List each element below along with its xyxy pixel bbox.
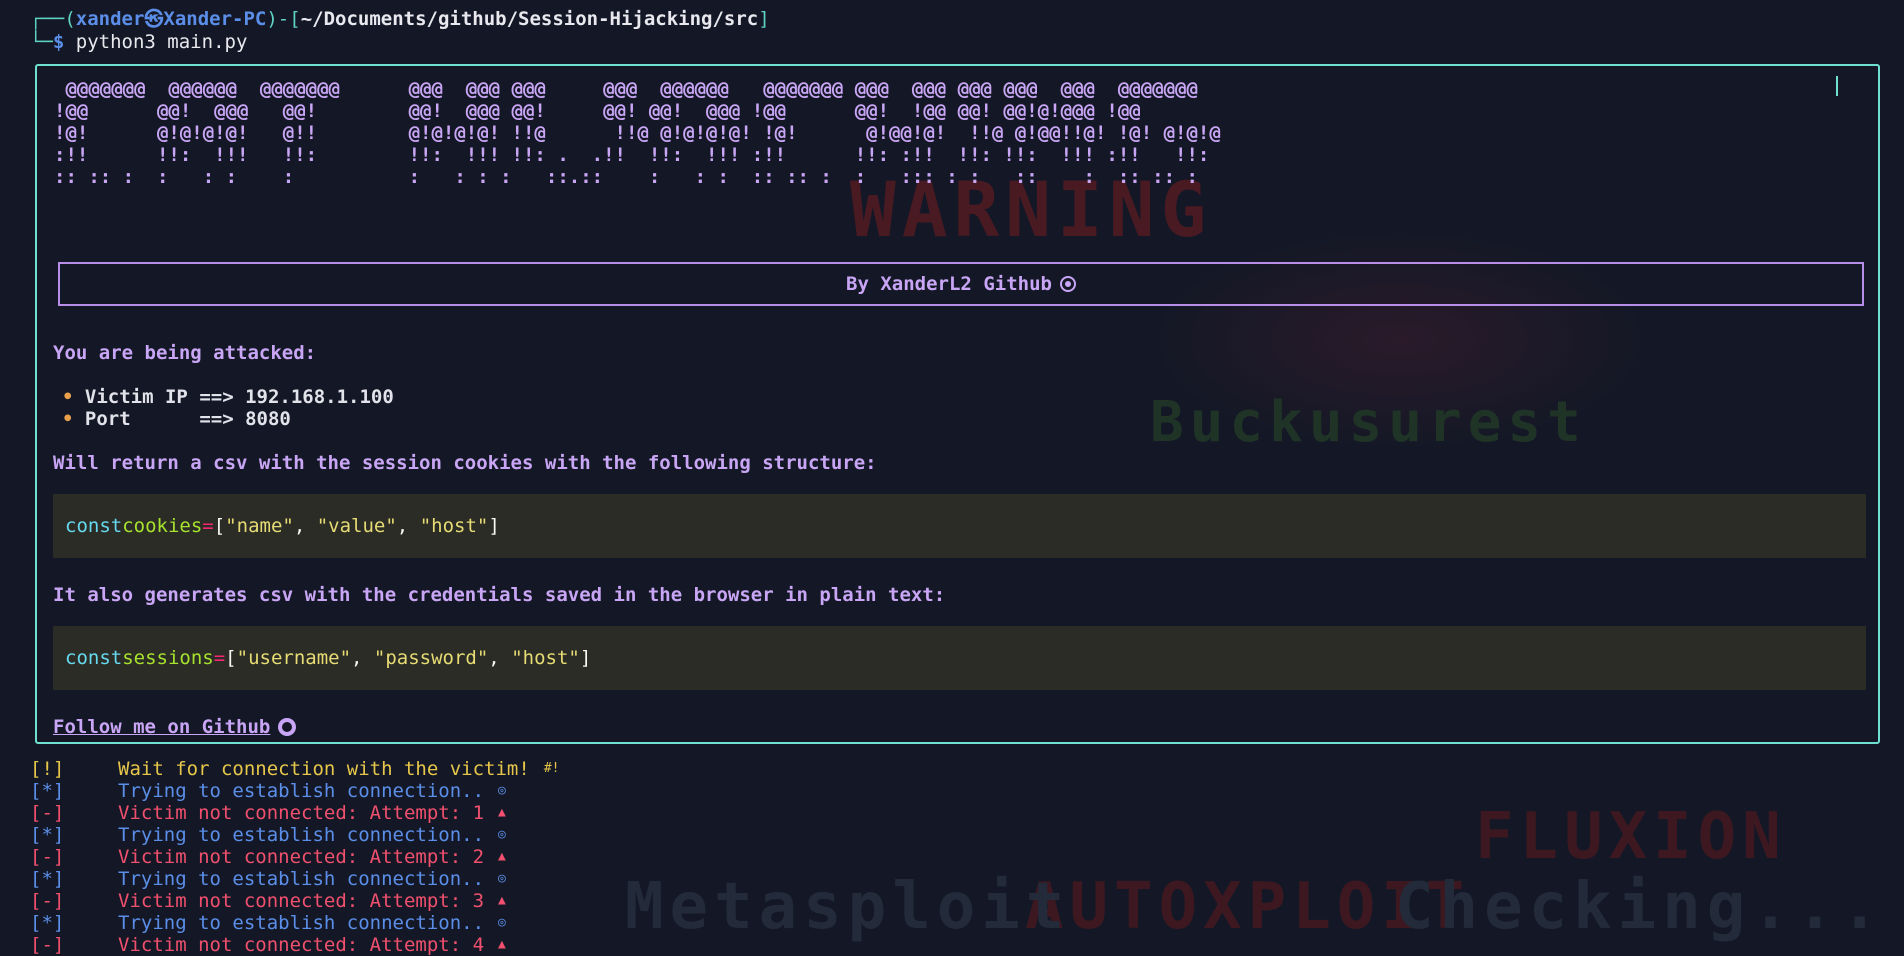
alert-icon: #! [543, 761, 560, 776]
log-message: Trying to establish connection.. [118, 868, 485, 890]
log-tag: [!] [30, 758, 65, 780]
code-string: "password" [373, 647, 489, 669]
prompt-corner-top: ┌──( [30, 8, 76, 30]
follow-github-link[interactable]: Follow me on Github [53, 716, 297, 738]
code-bracket: [ [225, 647, 237, 669]
target-icon: ◎ [498, 915, 506, 930]
prompt-path: ~/Documents/github/Session-Hijacking/src [300, 8, 759, 30]
log-tag: [*] [30, 912, 65, 934]
csv-heading: Will return a csv with the session cooki… [53, 452, 877, 474]
log-tag: [-] [30, 934, 65, 956]
bg-autoxploit-text: AUTOXPLOIT [1025, 870, 1471, 944]
bullet-arrow: ==> [199, 408, 234, 430]
log-message: Trying to establish connection.. [118, 780, 485, 802]
target-icon: ◎ [498, 827, 506, 842]
warning-icon: ▲ [498, 849, 506, 864]
output-panel: @@@@@@@ @@@@@@ @@@@@@@ @@@ @@@ @@@ @@@ @… [35, 64, 1880, 744]
code-keyword: const [65, 647, 123, 669]
prompt-separator: )-[ [266, 8, 301, 30]
log-tag: [*] [30, 780, 65, 802]
log-line: [-] Victim not connected: Attempt: 3 ▲ [30, 890, 559, 912]
log-line: [*] Trying to establish connection.. ◎ [30, 912, 559, 934]
bullet-label: Victim IP [84, 386, 188, 408]
log-message: Victim not connected: Attempt: 3 [118, 890, 485, 912]
text-cursor [1836, 76, 1838, 96]
bullet-value: 8080 [245, 408, 291, 430]
log-line: [-] Victim not connected: Attempt: 2 ▲ [30, 846, 559, 868]
log-line: [-] Victim not connected: Attempt: 4 ▲ [30, 934, 559, 956]
code-string: "value" [316, 515, 397, 537]
bg-checking-text: Checking... [1395, 870, 1885, 944]
log-message: Victim not connected: Attempt: 4 [118, 934, 485, 956]
warning-icon: ▲ [498, 937, 506, 952]
bg-fluxion-text: FLUXION [1475, 800, 1787, 874]
code-string: "username" [236, 647, 352, 669]
bullet-victim-ip: • Victim IP ==> 192.168.1.100 [62, 386, 394, 408]
code-string: "host" [511, 647, 580, 669]
log-tag: [*] [30, 868, 65, 890]
prompt-user-host: xander㉿Xander-PC [75, 8, 267, 30]
connection-log: [!] Wait for connection with the victim! #… [30, 758, 559, 956]
code-bracket: ] [488, 515, 500, 537]
log-line: [-] Victim not connected: Attempt: 1 ▲ [30, 802, 559, 824]
follow-link-text[interactable]: Follow me on Github [53, 716, 270, 738]
code-string: "host" [419, 515, 489, 537]
log-tag: [*] [30, 824, 65, 846]
byline-text: By XanderL2 Github [846, 273, 1052, 295]
log-message: Trying to establish connection.. [118, 912, 485, 934]
warning-icon: ▲ [498, 893, 506, 908]
target-icon: ◎ [498, 871, 506, 886]
bullet-dot: • [62, 386, 74, 408]
log-line: [*] Trying to establish connection.. ◎ [30, 868, 559, 890]
target-icon: ◎ [498, 783, 506, 798]
code-bracket: [ [213, 515, 226, 537]
prompt-bracket-close: ] [758, 8, 770, 30]
code-keyword: const [65, 515, 123, 537]
code-operator: = [213, 647, 226, 669]
bullet-port: • Port ==> 8080 [62, 408, 291, 430]
log-tag: [-] [30, 890, 65, 912]
log-message: Wait for connection with the victim! [118, 758, 530, 780]
github-icon [278, 718, 297, 736]
code-block-cookies: const cookies = ["name", "value", "host"… [53, 494, 1866, 558]
log-tag: [-] [30, 802, 65, 824]
bullet-arrow: ==> [199, 386, 234, 408]
code-bracket: ] [579, 647, 592, 669]
ascii-banner: @@@@@@@ @@@@@@ @@@@@@@ @@@ @@@ @@@ @@@ @… [54, 78, 1221, 188]
bg-metasploit-text: Metasploit [625, 870, 1071, 944]
shell-prompt: ┌──(xander㉿Xander-PC)-[~/Documents/githu… [30, 8, 770, 54]
code-variable: cookies [122, 515, 203, 537]
prompt-command: python3 main.py [75, 31, 248, 53]
log-tag: [-] [30, 846, 65, 868]
bullet-dot: • [62, 408, 74, 430]
bullet-label: Port [84, 408, 188, 430]
log-line: [*] Trying to establish connection.. ◎ [30, 780, 559, 802]
attacked-heading: You are being attacked: [53, 342, 317, 364]
warning-icon: ▲ [498, 805, 506, 820]
code-variable: sessions [122, 647, 214, 669]
prompt-corner-bottom: └─ [30, 31, 53, 53]
log-message: Trying to establish connection.. [118, 824, 485, 846]
prompt-dollar: $ [52, 31, 65, 53]
code-operator: = [202, 515, 214, 537]
log-message: Victim not connected: Attempt: 2 [118, 846, 485, 868]
log-message: Victim not connected: Attempt: 1 [118, 802, 485, 824]
bullet-value: 192.168.1.100 [245, 386, 394, 408]
byline-box: By XanderL2 Github [58, 262, 1864, 306]
log-line: [*] Trying to establish connection.. ◎ [30, 824, 559, 846]
code-string: "name" [225, 515, 294, 537]
github-icon [1059, 276, 1076, 292]
credentials-heading: It also generates csv with the credentia… [53, 584, 946, 606]
code-block-sessions: const sessions = ["username", "password"… [53, 626, 1866, 690]
log-line: [!] Wait for connection with the victim! #… [30, 758, 559, 780]
